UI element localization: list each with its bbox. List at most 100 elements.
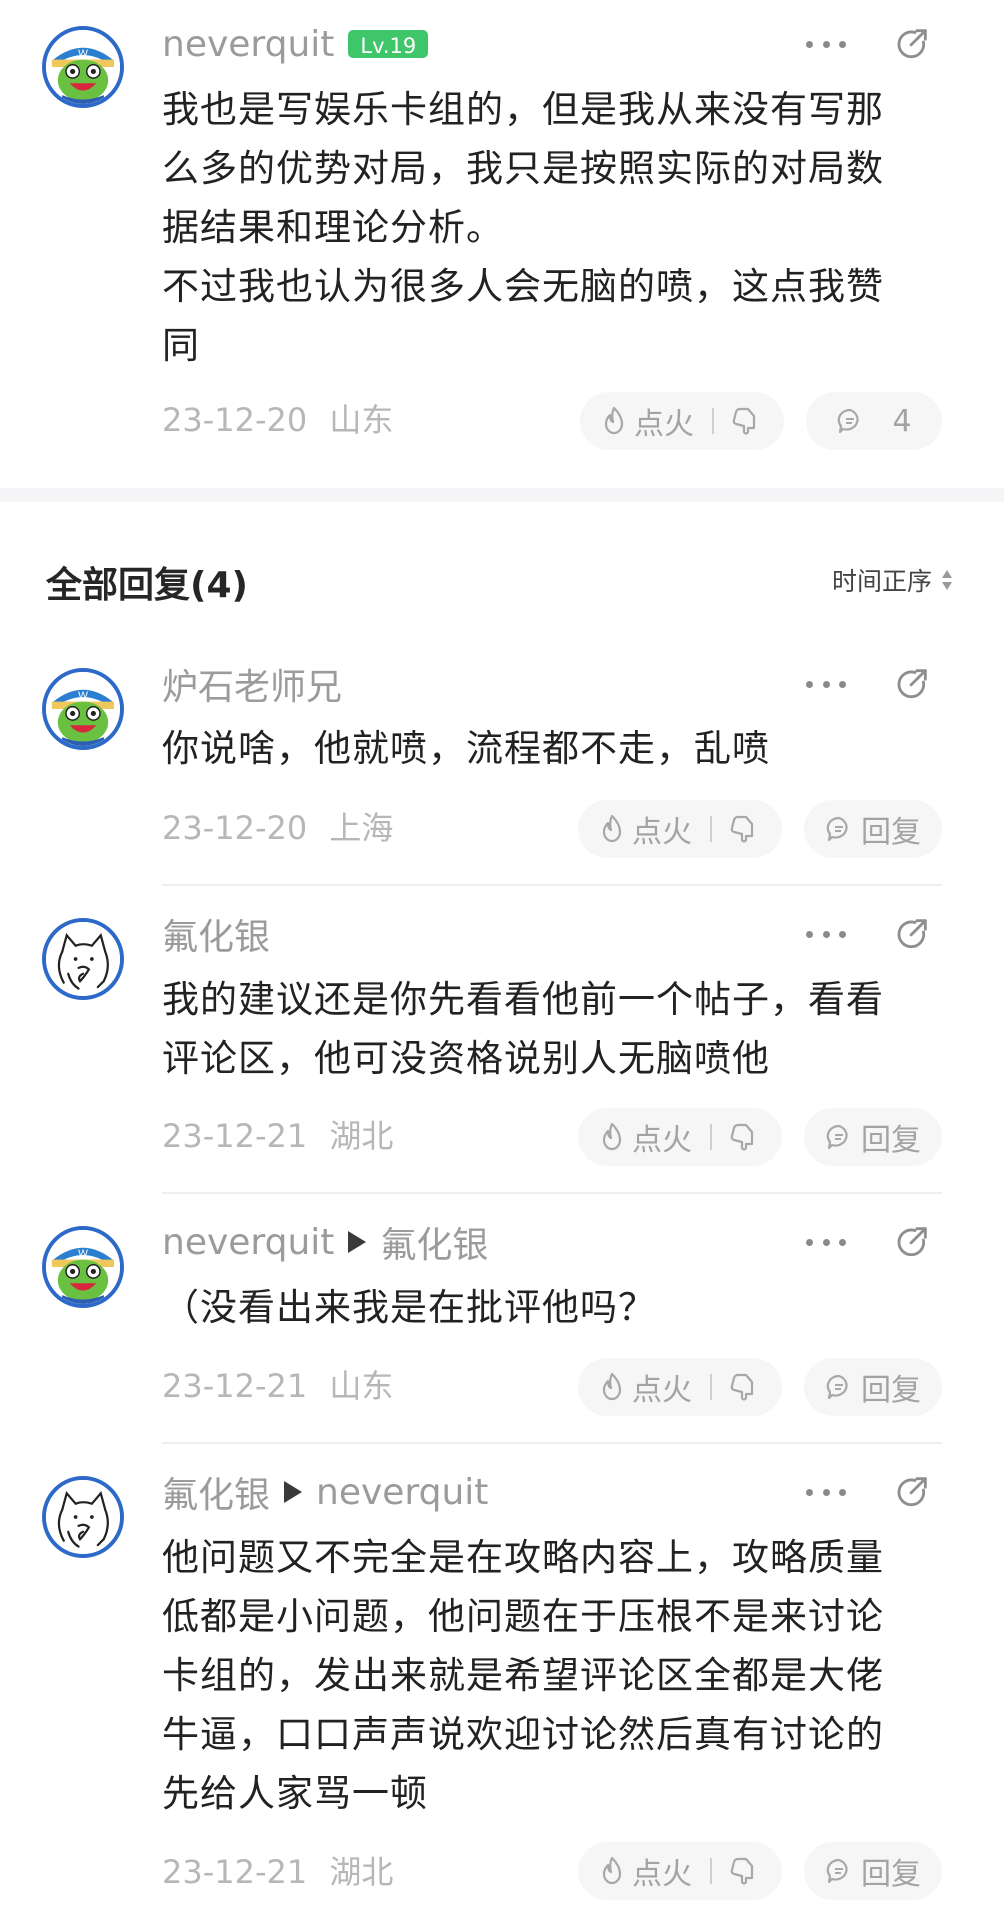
fire-button[interactable]: 点火 — [580, 392, 784, 450]
comment-line: 同 — [162, 324, 200, 367]
divider — [710, 1374, 712, 1400]
more-dots-icon[interactable] — [806, 674, 846, 694]
avatar[interactable] — [42, 1226, 124, 1308]
thumbs-down-hand-icon[interactable] — [728, 404, 762, 438]
fire-button[interactable]: 点火 — [578, 1842, 782, 1900]
username[interactable]: neverquit — [162, 24, 334, 65]
reply-to-username[interactable]: 氟化银 — [380, 1216, 488, 1268]
fire-button[interactable]: 点火 — [578, 1358, 782, 1416]
row-divider — [162, 884, 942, 886]
fire-label: 点火 — [632, 815, 692, 850]
reply-header: 氟化银 neverquit — [162, 1470, 488, 1517]
reply-count-button[interactable]: 4 — [806, 392, 942, 450]
reply-header: 炉石老师兄 — [162, 662, 342, 708]
fire-label: 点火 — [632, 1123, 692, 1158]
reply-body: 我的建议还是你先看看他前一个帖子，看看 评论区，他可没资格说别人无脑喷他 — [162, 970, 942, 1088]
level-badge: Lv.19 — [348, 30, 429, 58]
reply-line: 牛逼，口口声声说欢迎讨论然后真有讨论的 — [162, 1713, 884, 1756]
flame-icon — [598, 814, 626, 844]
username[interactable]: neverquit — [162, 1222, 334, 1263]
thumbs-down-hand-icon[interactable] — [726, 812, 760, 846]
reply-meta: 23-12-21 湖北 — [162, 1850, 393, 1894]
cat-avatar-icon — [46, 1480, 120, 1554]
flame-icon — [598, 1122, 626, 1152]
reply-location: 山东 — [329, 1367, 394, 1405]
frog-avatar-icon — [46, 1230, 120, 1304]
reply-location: 上海 — [329, 809, 394, 847]
reply-header: 氟化银 — [162, 912, 270, 958]
row-divider — [162, 1192, 942, 1194]
comment-body: 我也是写娱乐卡组的，但是我从来没有写那 么多的优势对局，我只是按照实际的对局数 … — [162, 80, 942, 375]
reply-date: 23-12-21 — [162, 1853, 308, 1891]
reply-meta: 23-12-20 上海 — [162, 806, 393, 850]
reply-button[interactable]: 回复 — [804, 800, 942, 858]
fire-label: 点火 — [632, 1857, 692, 1892]
reply-button[interactable]: 回复 — [804, 1842, 942, 1900]
divider — [710, 816, 712, 842]
more-dots-icon[interactable] — [806, 924, 846, 944]
sort-label: 时间正序 — [832, 567, 933, 596]
comment-meta: 23-12-20 山东 — [162, 398, 393, 442]
avatar[interactable] — [42, 26, 124, 108]
reply-to-username[interactable]: neverquit — [316, 1472, 488, 1513]
speech-bubble-icon — [825, 1373, 853, 1401]
fire-button[interactable]: 点火 — [578, 1108, 782, 1166]
reply-meta: 23-12-21 湖北 — [162, 1114, 393, 1158]
reply-header: neverquit 氟化银 — [162, 1220, 488, 1267]
reply-line: （没看出来我是在批评他吗？ — [162, 1286, 656, 1329]
avatar[interactable] — [42, 918, 124, 1000]
share-external-icon[interactable] — [894, 1222, 932, 1260]
reply-label: 回复 — [861, 1857, 921, 1892]
thumbs-down-hand-icon[interactable] — [726, 1120, 760, 1154]
flame-icon — [600, 406, 628, 436]
reply-count: 4 — [892, 403, 912, 439]
reply-body: （没看出来我是在批评他吗？ — [162, 1278, 942, 1337]
speech-bubble-icon — [825, 1857, 853, 1885]
reply-line: 评论区，他可没资格说别人无脑喷他 — [162, 1037, 770, 1080]
reply-to-arrow-icon — [348, 1231, 367, 1253]
main-comment: neverquit Lv.19 我也是写娱乐卡组的，但是我从来没有写那 么多的优… — [0, 0, 1004, 488]
frog-avatar-icon — [46, 30, 120, 104]
reply-line: 先给人家骂一顿 — [162, 1772, 428, 1815]
more-dots-icon[interactable] — [806, 1482, 846, 1502]
sort-arrows-icon — [942, 570, 953, 590]
avatar[interactable] — [42, 668, 124, 750]
comment-line: 据结果和理论分析。 — [162, 206, 504, 249]
reply-body: 他问题又不完全是在攻略内容上，攻略质量 低都是小问题，他问题在于压根不是来讨论 … — [162, 1528, 942, 1823]
speech-bubble-icon — [825, 1123, 853, 1151]
username[interactable]: 氟化银 — [162, 908, 270, 960]
fire-label: 点火 — [634, 407, 694, 442]
more-dots-icon[interactable] — [806, 1232, 846, 1252]
speech-bubble-icon — [825, 815, 853, 843]
sort-toggle[interactable]: 时间正序 — [832, 562, 954, 598]
reply-date: 23-12-21 — [162, 1117, 308, 1155]
fire-button[interactable]: 点火 — [578, 800, 782, 858]
comment-line: 我也是写娱乐卡组的，但是我从来没有写那 — [162, 88, 884, 131]
thumbs-down-hand-icon[interactable] — [726, 1854, 760, 1888]
flame-icon — [598, 1856, 626, 1886]
username[interactable]: 炉石老师兄 — [162, 658, 342, 710]
reply-date: 23-12-21 — [162, 1367, 308, 1405]
share-external-icon[interactable] — [894, 24, 932, 62]
fire-label: 点火 — [632, 1373, 692, 1408]
thumbs-down-hand-icon[interactable] — [726, 1370, 760, 1404]
reply-line: 他问题又不完全是在攻略内容上，攻略质量 — [162, 1536, 884, 1579]
comment-line: 不过我也认为很多人会无脑的喷，这点我赞 — [162, 265, 884, 308]
more-dots-icon[interactable] — [806, 34, 846, 54]
reply-button[interactable]: 回复 — [804, 1108, 942, 1166]
reply-label: 回复 — [861, 815, 921, 850]
avatar[interactable] — [42, 1476, 124, 1558]
replies-title: 全部回复(4) — [46, 565, 248, 606]
reply-to-arrow-icon — [284, 1481, 303, 1503]
reply-button[interactable]: 回复 — [804, 1358, 942, 1416]
username[interactable]: 氟化银 — [162, 1466, 270, 1518]
share-external-icon[interactable] — [894, 664, 932, 702]
reply-label: 回复 — [861, 1373, 921, 1408]
share-external-icon[interactable] — [894, 914, 932, 952]
reply-location: 湖北 — [329, 1853, 394, 1891]
reply-line: 卡组的，发出来就是希望评论区全都是大佬 — [162, 1654, 884, 1697]
share-external-icon[interactable] — [894, 1472, 932, 1510]
reply-date: 23-12-20 — [162, 809, 308, 847]
section-divider — [0, 488, 1004, 502]
speech-bubble-icon — [836, 407, 864, 435]
